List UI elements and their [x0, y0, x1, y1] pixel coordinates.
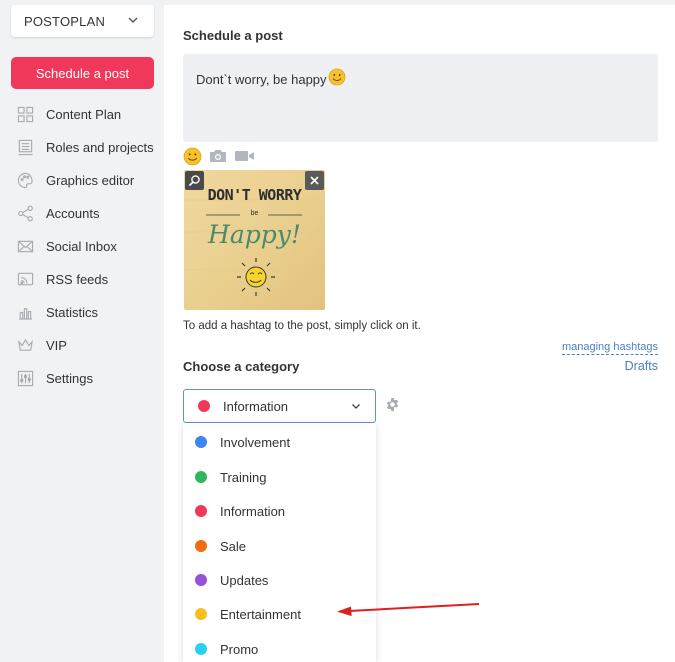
category-color-dot: [195, 643, 207, 655]
managing-hashtags-link[interactable]: managing hashtags: [561, 341, 658, 355]
sidebar-item-label: RSS feeds: [46, 272, 109, 287]
sidebar-item-accounts[interactable]: Accounts: [0, 197, 164, 230]
video-icon[interactable]: [234, 147, 256, 165]
post-editor-panel: Schedule a post Dont`t worry, be happy D…: [164, 5, 675, 662]
image-line-1: DON'T WORRY: [207, 186, 302, 204]
category-option-label: Involvement: [220, 434, 291, 450]
category-title: Choose a category: [183, 359, 300, 374]
category-option-information[interactable]: Information: [183, 494, 376, 528]
sidebar-item-label: Social Inbox: [46, 239, 117, 254]
category-select[interactable]: Information: [183, 389, 376, 423]
sidebar-item-label: Graphics editor: [46, 173, 135, 188]
sidebar-item-vip[interactable]: VIP: [0, 329, 164, 362]
zoom-icon[interactable]: [185, 171, 204, 190]
hashtag-hint: To add a hashtag to the post, simply cli…: [183, 320, 421, 332]
category-option-sale[interactable]: Sale: [183, 529, 376, 563]
category-option-label: Training: [220, 469, 267, 485]
category-option-label: Entertainment: [220, 606, 301, 622]
mail-icon: [16, 238, 34, 256]
category-option-label: Information: [220, 503, 286, 519]
roles-icon: [16, 139, 34, 157]
chevron-down-icon: [128, 17, 138, 23]
sidebar: POSTOPLAN Schedule a post Content Plan R…: [0, 0, 164, 662]
category-option-updates[interactable]: Updates: [183, 563, 376, 597]
sidebar-item-label: Roles and projects: [46, 140, 154, 155]
annotation-arrow: [337, 603, 480, 617]
media-toolbar: [183, 146, 256, 166]
gear-icon[interactable]: [385, 397, 400, 412]
post-text: Dont`t worry, be happy: [196, 72, 327, 87]
content-plan-icon: [16, 106, 34, 124]
sidebar-item-content-plan[interactable]: Content Plan: [0, 98, 164, 131]
category-option-promo[interactable]: Promo: [183, 632, 376, 662]
graphics-icon: [16, 172, 34, 190]
sidebar-item-label: VIP: [46, 338, 67, 353]
sliders-icon: [16, 370, 34, 388]
category-color-dot: [195, 471, 207, 483]
image-line-3: Happy!: [208, 220, 301, 249]
project-name: POSTOPLAN: [24, 13, 106, 29]
page-title: Schedule a post: [183, 28, 283, 43]
sidebar-item-statistics[interactable]: Statistics: [0, 296, 164, 329]
rss-icon: [16, 271, 34, 289]
category-option-label: Updates: [220, 572, 269, 588]
sidebar-item-label: Settings: [46, 371, 93, 386]
schedule-post-button[interactable]: Schedule a post: [11, 57, 154, 89]
sidebar-item-label: Accounts: [46, 206, 100, 221]
category-option-training[interactable]: Training: [183, 460, 376, 494]
drafts-link[interactable]: Drafts: [625, 359, 658, 373]
category-option-involvement[interactable]: Involvement: [183, 425, 376, 459]
emoji-picker-icon[interactable]: [183, 147, 202, 166]
category-option-label: Sale: [220, 538, 247, 554]
stats-icon: [16, 304, 34, 322]
sidebar-nav: Content Plan Roles and projects Graphics…: [0, 98, 164, 395]
category-selected-value: Information: [223, 398, 289, 414]
share-icon: [16, 205, 34, 223]
sidebar-item-social-inbox[interactable]: Social Inbox: [0, 230, 164, 263]
category-color-dot: [195, 540, 207, 552]
remove-image-icon[interactable]: [305, 171, 324, 190]
chevron-down-icon: [352, 404, 360, 409]
category-color-dot: [195, 608, 207, 620]
smiley-emoji-icon: [328, 68, 345, 86]
category-color-dot: [195, 505, 207, 517]
category-color-dot: [198, 400, 210, 412]
category-option-label: Promo: [220, 641, 259, 657]
post-text-area[interactable]: Dont`t worry, be happy: [183, 54, 658, 142]
sidebar-item-rss-feeds[interactable]: RSS feeds: [0, 263, 164, 296]
sidebar-item-roles[interactable]: Roles and projects: [0, 131, 164, 164]
category-dropdown: Involvement Training Information Sale Up…: [183, 423, 376, 662]
crown-icon: [16, 337, 34, 355]
project-selector[interactable]: POSTOPLAN: [11, 5, 154, 37]
attached-image[interactable]: DON'T WORRY be Happy!: [184, 170, 325, 310]
sidebar-item-label: Content Plan: [46, 107, 122, 122]
category-color-dot: [195, 574, 207, 586]
image-line-2: be: [250, 210, 259, 217]
sidebar-item-graphics-editor[interactable]: Graphics editor: [0, 164, 164, 197]
category-color-dot: [195, 436, 207, 448]
sidebar-item-label: Statistics: [46, 305, 99, 320]
camera-icon[interactable]: [208, 147, 228, 165]
sidebar-item-settings[interactable]: Settings: [0, 362, 164, 395]
